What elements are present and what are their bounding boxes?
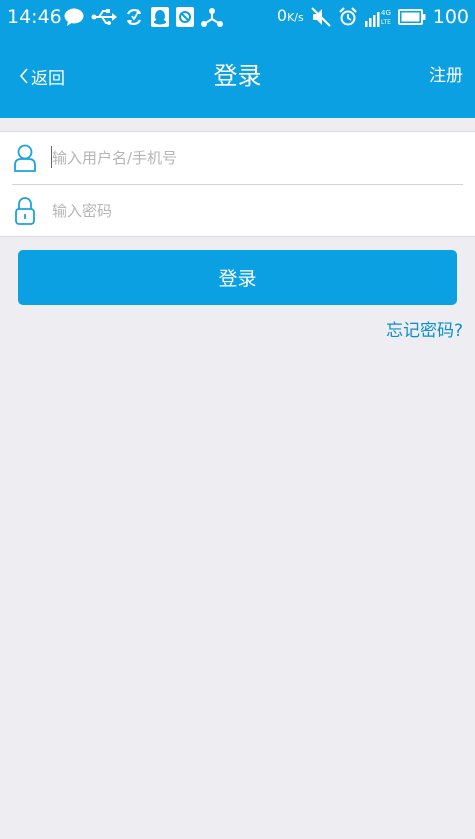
status-time: 14:46 bbox=[7, 6, 62, 28]
app-icon bbox=[176, 7, 194, 27]
login-button[interactable]: 登录 bbox=[18, 250, 457, 305]
lock-icon bbox=[12, 196, 38, 226]
notification-icons bbox=[64, 6, 223, 28]
forgot-password-link[interactable]: 忘记密码? bbox=[386, 319, 463, 343]
usb-icon bbox=[91, 9, 117, 25]
svg-text:LTE: LTE bbox=[381, 19, 391, 26]
username-input[interactable] bbox=[52, 142, 452, 174]
password-input[interactable] bbox=[52, 195, 452, 227]
chat-bubble-icon bbox=[64, 8, 84, 26]
share-icon bbox=[201, 7, 223, 27]
status-bar: 14:46 0K/s 4G LTE 100 bbox=[0, 0, 475, 34]
alarm-icon bbox=[338, 7, 358, 27]
net-speed: 0K/s bbox=[276, 6, 304, 25]
system-icons: 0K/s 4G LTE 100 bbox=[277, 5, 469, 29]
battery-level: 100 bbox=[432, 6, 469, 28]
user-icon bbox=[12, 143, 38, 173]
mute-icon bbox=[311, 7, 331, 27]
qq-icon bbox=[151, 7, 169, 27]
login-form bbox=[0, 131, 475, 237]
signal-4g-icon: 4G LTE bbox=[364, 7, 391, 27]
nav-bar: 返回 登录 注册 bbox=[0, 34, 475, 118]
username-row bbox=[0, 132, 475, 184]
register-button[interactable]: 注册 bbox=[429, 64, 463, 88]
page-title: 登录 bbox=[213, 62, 262, 90]
battery-icon bbox=[397, 9, 426, 25]
sync-icon bbox=[124, 7, 144, 27]
password-row bbox=[0, 185, 475, 237]
svg-text:4G: 4G bbox=[381, 9, 391, 17]
